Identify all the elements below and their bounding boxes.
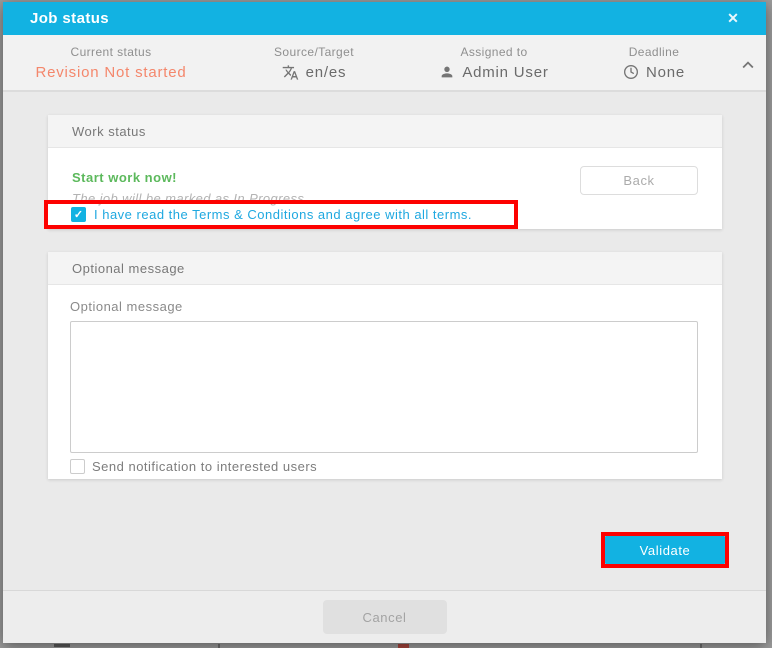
annotation-highlight-validate: Validate [601,532,729,568]
language-pair: en/es [306,64,347,81]
status-label: Source/Target [274,45,354,59]
optional-message-body: Optional message Send notification to in… [48,285,722,479]
dialog-header: Job status ✕ [3,2,766,35]
deadline-text: None [646,64,685,81]
message-textarea[interactable] [70,321,698,453]
status-label: Assigned to [460,45,527,59]
notify-checkbox-row[interactable]: Send notification to interested users [70,459,317,474]
terms-checkbox-row[interactable]: ✓ I have read the Terms & Conditions and… [48,204,514,225]
source-target-value: en/es [282,64,347,81]
status-current: Current status Revision Not started [3,35,219,90]
job-status-dialog: Job status ✕ Current status Revision Not… [3,2,766,643]
work-status-title: Work status [72,124,146,139]
background-artifact [54,644,70,647]
chevron-up-icon [737,54,759,76]
person-icon [439,64,455,80]
status-summary-bar: Current status Revision Not started Sour… [3,35,766,92]
screen: Job status ✕ Current status Revision Not… [0,0,772,648]
status-label: Deadline [629,45,680,59]
current-status-value: Revision Not started [35,64,186,81]
optional-message-header: Optional message [48,252,722,285]
status-label: Current status [71,45,152,59]
start-work-headline: Start work now! [72,170,177,185]
checkmark-icon: ✓ [74,208,83,221]
dialog-title: Job status [30,10,109,27]
background-artifact [700,644,702,648]
close-icon: ✕ [727,10,739,27]
background-artifact [398,644,409,648]
back-button[interactable]: Back [580,166,698,195]
close-button[interactable]: ✕ [718,2,748,35]
terms-label: I have read the Terms & Conditions and a… [94,207,472,222]
optional-message-title: Optional message [72,261,185,276]
notify-checkbox[interactable] [70,459,85,474]
background-artifact [218,644,220,648]
cancel-button[interactable]: Cancel [323,600,447,634]
clock-icon [623,64,639,80]
translate-icon [282,64,299,81]
assigned-user-value: Admin User [439,64,548,81]
status-assigned-to: Assigned to Admin User [409,35,579,90]
message-field-label: Optional message [70,299,183,314]
annotation-highlight-terms: ✓ I have read the Terms & Conditions and… [44,200,518,229]
validate-button[interactable]: Validate [605,536,725,564]
collapse-toggle[interactable] [733,50,763,83]
deadline-value: None [623,64,685,81]
terms-checkbox[interactable]: ✓ [71,207,86,222]
status-deadline: Deadline None [579,35,729,90]
assigned-user-name: Admin User [462,64,548,81]
notify-label: Send notification to interested users [92,459,317,474]
optional-message-card: Optional message Optional message Send n… [48,252,722,479]
dialog-footer: Cancel [3,590,766,643]
work-status-header: Work status [48,115,722,148]
status-source-target: Source/Target en/es [219,35,409,90]
